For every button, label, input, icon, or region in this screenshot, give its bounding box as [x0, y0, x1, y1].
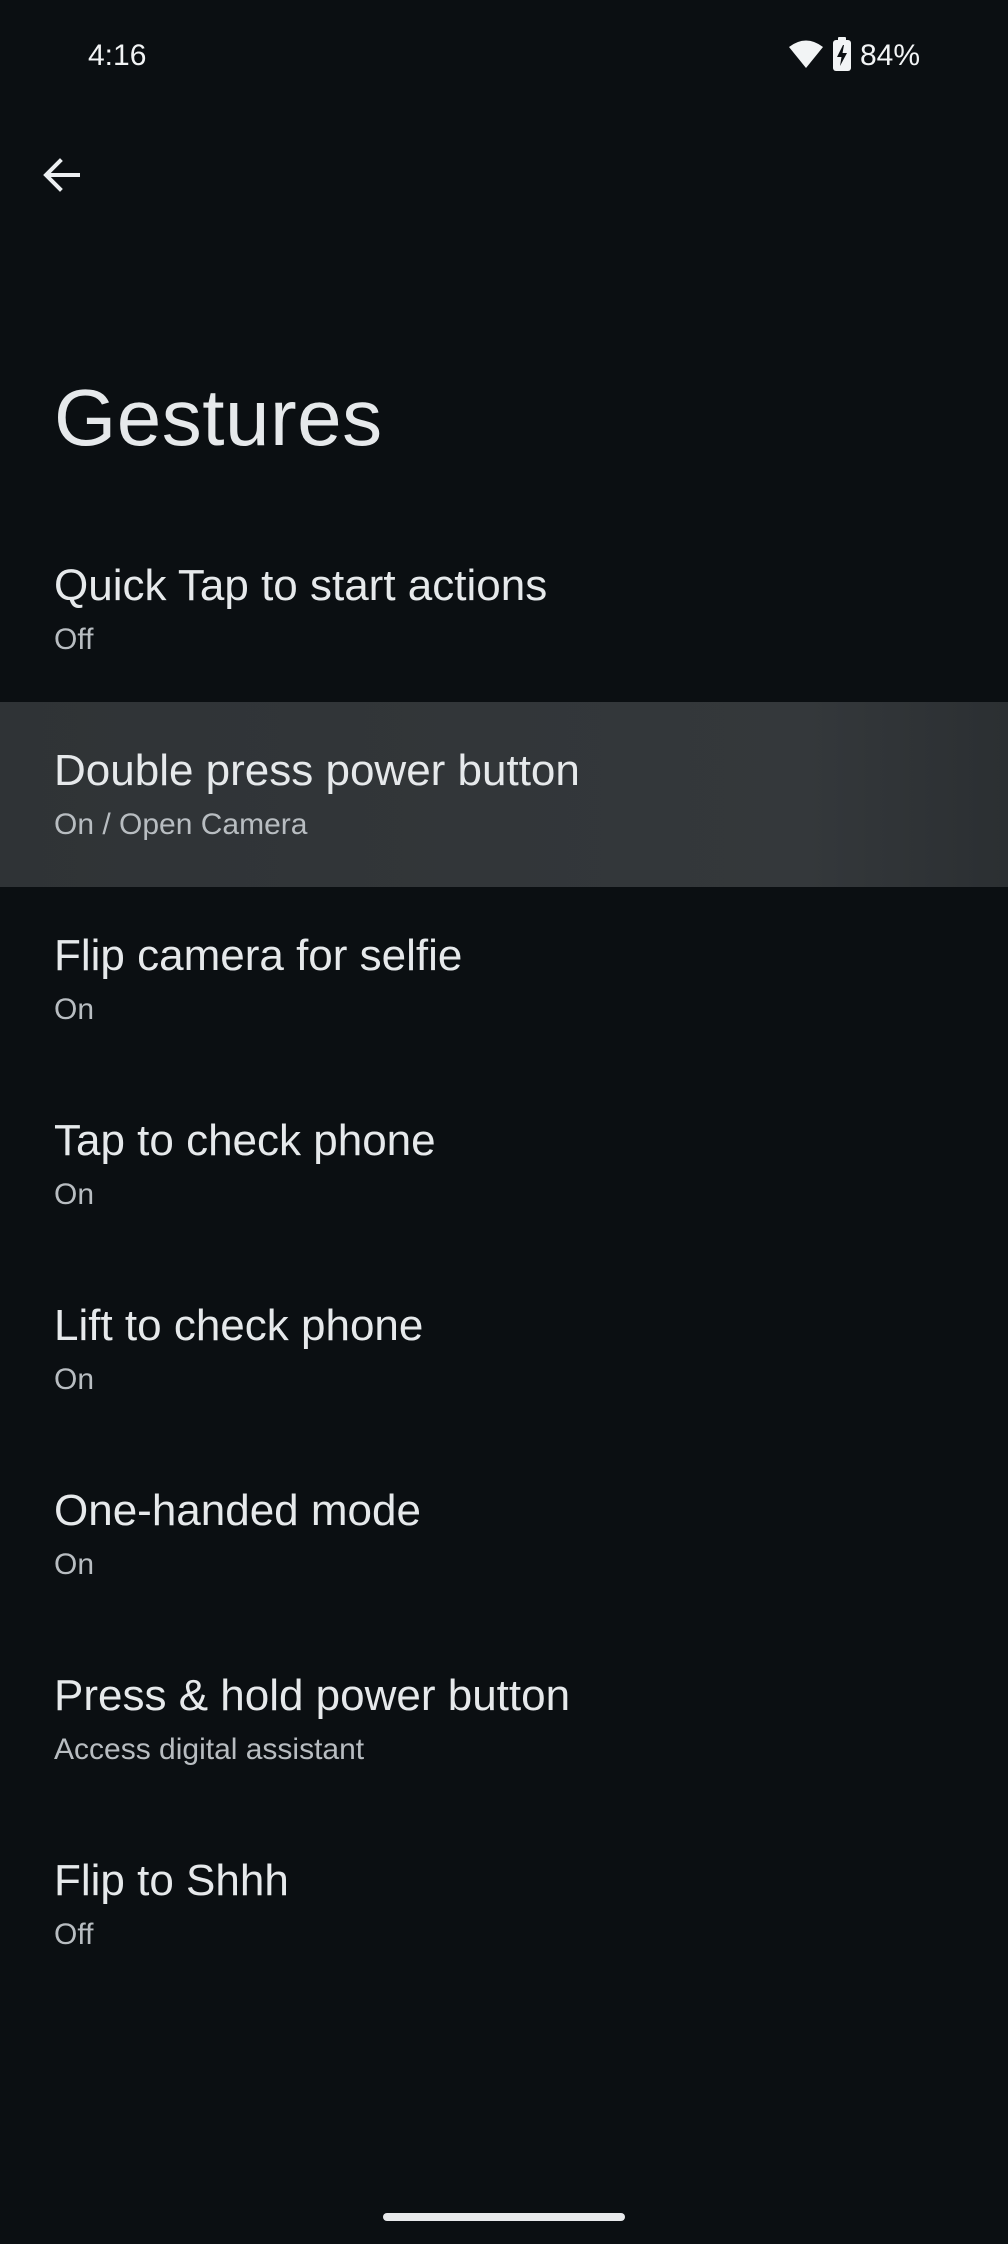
page-title: Gestures — [54, 373, 383, 462]
setting-title: Flip to Shhh — [54, 1856, 289, 1905]
status-time: 4:16 — [88, 39, 147, 72]
setting-title: Quick Tap to start actions — [54, 561, 548, 610]
back-button[interactable] — [22, 135, 102, 215]
battery-charging-icon — [832, 36, 852, 76]
setting-tap-to-check[interactable]: Tap to check phone On — [0, 1072, 1008, 1257]
status-icons: 84% — [788, 36, 920, 76]
setting-title: Lift to check phone — [54, 1301, 424, 1350]
setting-summary: Off — [54, 1918, 94, 1951]
setting-title: One-handed mode — [54, 1486, 421, 1535]
setting-title: Press & hold power button — [54, 1671, 571, 1720]
arrow-left-icon — [43, 158, 80, 192]
setting-lift-to-check[interactable]: Lift to check phone On — [0, 1257, 1008, 1442]
setting-summary: On — [54, 1178, 95, 1211]
setting-double-press-power[interactable]: Double press power button On / Open Came… — [0, 702, 1008, 887]
setting-quick-tap[interactable]: Quick Tap to start actions Off — [0, 517, 1008, 702]
setting-summary: On — [54, 1363, 95, 1396]
setting-title: Tap to check phone — [54, 1116, 436, 1165]
wifi-icon — [788, 39, 824, 74]
setting-summary: On — [54, 993, 95, 1026]
setting-one-handed-mode[interactable]: One-handed mode On — [0, 1442, 1008, 1627]
setting-summary: On / Open Camera — [54, 808, 308, 841]
setting-summary: Access digital assistant — [54, 1733, 365, 1766]
gesture-navigation-handle[interactable] — [383, 2213, 625, 2221]
battery-percent: 84% — [859, 39, 920, 72]
setting-title: Double press power button — [54, 746, 580, 795]
settings-list: Quick Tap to start actions Off Double pr… — [0, 517, 1008, 1997]
status-bar: 4:16 84% — [0, 0, 1008, 112]
setting-summary: On — [54, 1548, 95, 1581]
setting-flip-camera-selfie[interactable]: Flip camera for selfie On — [0, 887, 1008, 1072]
setting-flip-to-shhh[interactable]: Flip to Shhh Off — [0, 1812, 1008, 1997]
setting-press-hold-power[interactable]: Press & hold power button Access digital… — [0, 1627, 1008, 1812]
setting-summary: Off — [54, 623, 94, 656]
setting-title: Flip camera for selfie — [54, 931, 463, 980]
